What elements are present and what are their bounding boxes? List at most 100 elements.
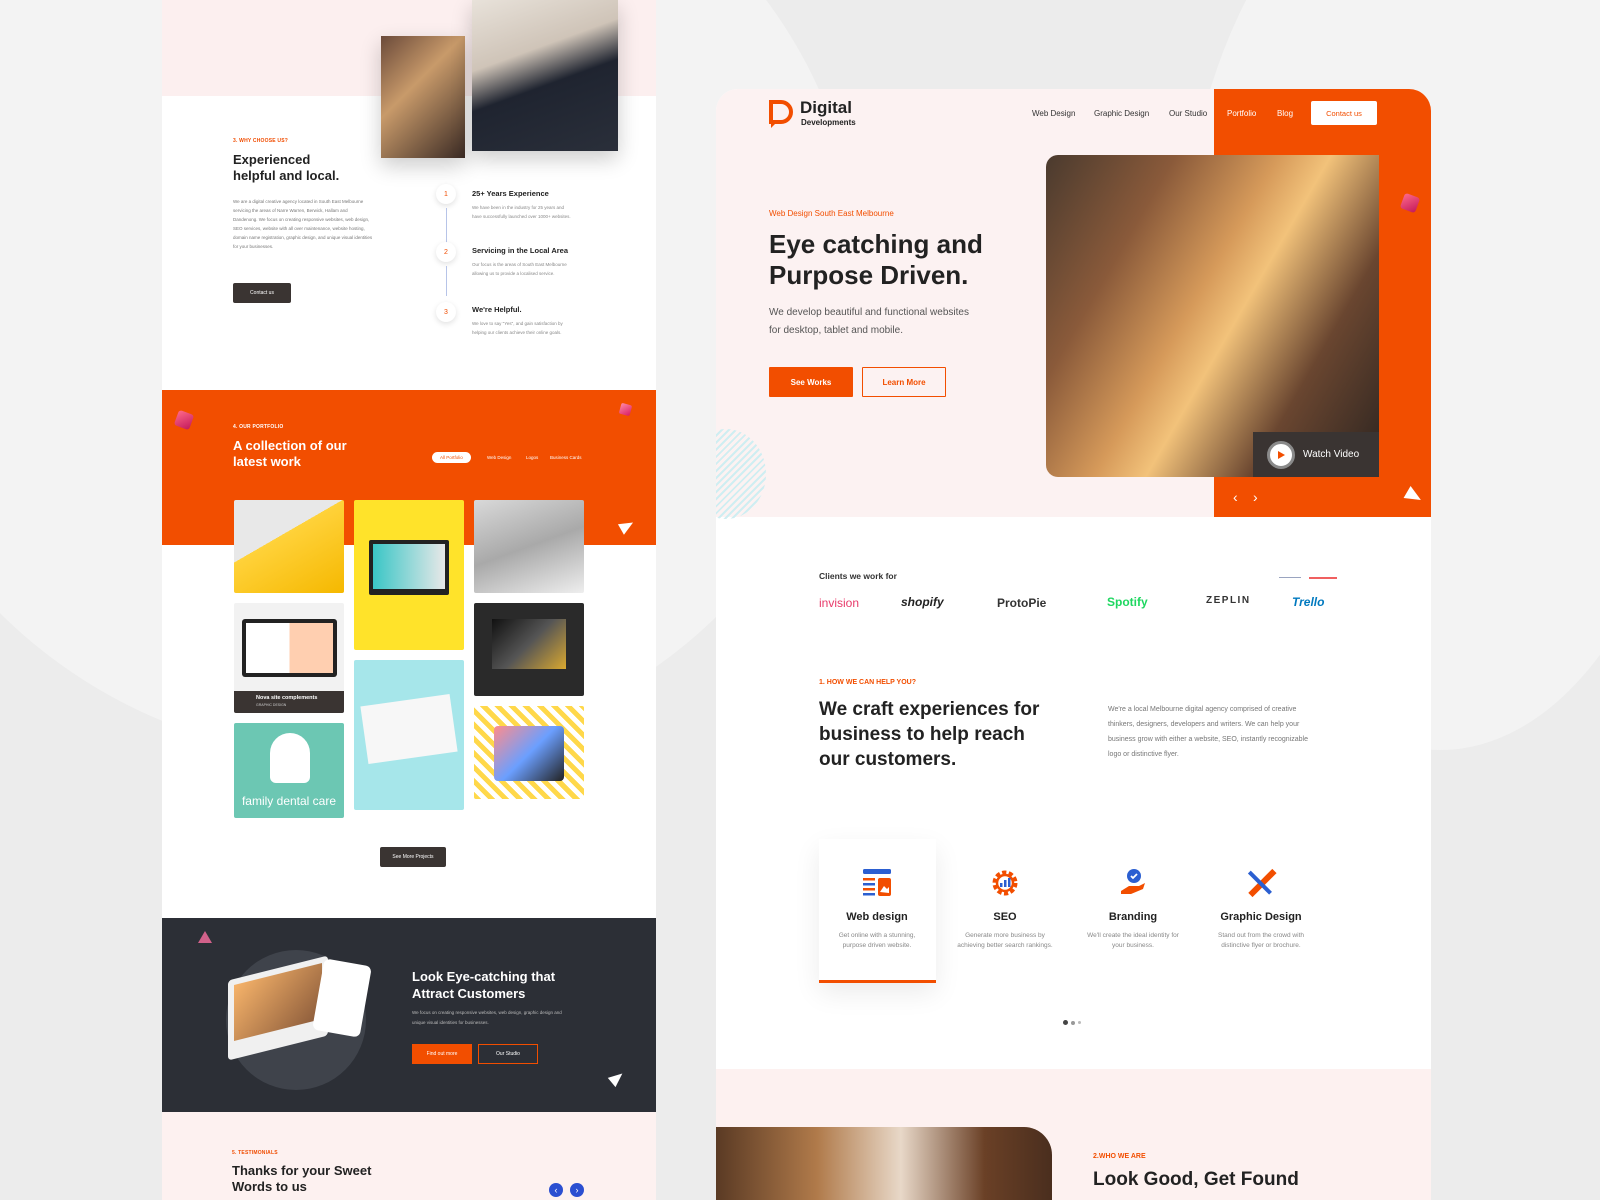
why-title: Experienced helpful and local. [233, 152, 340, 183]
step-connector [446, 266, 447, 296]
portfolio-tile[interactable]: family dental care [234, 723, 344, 818]
contact-us-button[interactable]: Contact us [233, 283, 291, 303]
help-eyebrow: 1. HOW WE CAN HELP YOU? [819, 679, 916, 686]
portfolio-tile[interactable] [354, 660, 464, 810]
step-title: We're Helpful. [472, 305, 522, 314]
clients-title: Clients we work for [819, 571, 897, 581]
team-photo-2 [472, 0, 618, 151]
help-title: We craft experiences for business to hel… [819, 699, 1040, 770]
pagination-dot-active[interactable] [1063, 1020, 1068, 1025]
nav-blog[interactable]: Blog [1277, 109, 1293, 118]
nav-our-studio[interactable]: Our Studio [1169, 109, 1207, 118]
client-logo-trello: Trello [1292, 595, 1325, 609]
portfolio-tile[interactable] [474, 706, 584, 799]
hero-eyebrow: Web Design South East Melbourne [769, 209, 894, 218]
seo-gear-icon [989, 867, 1021, 899]
who-title: Look Good, Get Found [1093, 1169, 1299, 1190]
hero-next-arrow[interactable]: › [1253, 489, 1258, 505]
watch-video-label: Watch Video [1303, 449, 1360, 460]
pencil-ruler-icon [1245, 867, 1277, 899]
step-number: 1 [436, 184, 456, 204]
service-web-design[interactable]: Web design Get online with a stunning, p… [818, 867, 936, 951]
help-body: We're a local Melbourne digital agency c… [1108, 706, 1308, 758]
why-body: We are a digital creative agency located… [233, 199, 373, 249]
step-text: We love to say "Yes", and gain satisfact… [472, 321, 563, 335]
play-icon [1267, 440, 1295, 469]
team-photo-1 [381, 36, 465, 158]
service-desc: Stand out from the crowd with distinctiv… [1218, 932, 1304, 949]
brand-name: Digital [800, 98, 852, 117]
service-seo[interactable]: SEO Generate more business by achieving … [946, 867, 1064, 951]
client-logo-invision: invision [819, 596, 860, 610]
client-logo-shopify: shopify [901, 595, 944, 609]
service-graphic-design[interactable]: Graphic Design Stand out from the crowd … [1202, 867, 1320, 951]
see-works-button[interactable]: See Works [769, 367, 853, 397]
portfolio-tile[interactable] [474, 603, 584, 696]
client-logo-zeplin: ZEPLIN [1206, 595, 1251, 606]
nav-graphic-design[interactable]: Graphic Design [1094, 109, 1149, 118]
nav-contact-button[interactable]: Contact us [1311, 101, 1377, 125]
client-logo-spotify: Spotify [1107, 595, 1148, 609]
service-desc: Get online with a stunning, purpose driv… [838, 932, 916, 949]
dental-logo-text: family dental care [241, 794, 337, 808]
service-title: SEO [993, 911, 1017, 923]
step-text: Our focus is the areas of South East Mel… [472, 262, 567, 276]
filter-logos[interactable]: Logos [526, 455, 538, 460]
service-title: Graphic Design [1220, 911, 1302, 923]
filter-web-design[interactable]: Web Design [487, 455, 511, 460]
step-text: We have been in the industry for 25 year… [472, 205, 571, 219]
services-pagination [1063, 1020, 1081, 1025]
service-desc: Generate more business by achieving bett… [957, 932, 1053, 949]
cta-title: Look Eye-catching that Attract Customers [412, 969, 556, 1001]
testimonials-title: Thanks for your Sweet Words to us [232, 1163, 372, 1194]
service-title: Branding [1108, 911, 1158, 923]
testimonial-next-button[interactable]: › [570, 1183, 584, 1197]
brand-logo-icon [769, 100, 793, 130]
portfolio-tile[interactable] [354, 500, 464, 650]
filter-all-portfolio[interactable]: All Portfolio [432, 452, 471, 463]
find-out-more-button[interactable]: Find out more [412, 1044, 472, 1064]
our-studio-button[interactable]: Our Studio [478, 1044, 538, 1064]
clients-next-arrow[interactable] [1309, 577, 1337, 579]
hero-title: Eye catching and Purpose Driven. [769, 229, 983, 290]
hero-prev-arrow[interactable]: ‹ [1233, 489, 1238, 505]
portfolio-eyebrow: 4. OUR PORTFOLIO [233, 424, 284, 430]
who-eyebrow: 2.WHO WE ARE [1093, 1153, 1146, 1160]
step-title: Servicing in the Local Area [472, 246, 569, 255]
service-title: Web design [846, 911, 908, 923]
portfolio-tile[interactable] [234, 500, 344, 593]
hero-team-photo [1046, 155, 1379, 477]
client-logo-protopie: ProtoPie [997, 596, 1047, 610]
service-desc: We'll create the ideal identity for your… [1087, 932, 1179, 949]
learn-more-button[interactable]: Learn More [862, 367, 946, 397]
step-number: 3 [436, 302, 456, 322]
brand-subname: Developments [801, 118, 856, 127]
who-photo [716, 1127, 1052, 1200]
left-page-preview: 3. WHY CHOOSE US? Experienced helpful an… [162, 0, 656, 1200]
nav-web-design[interactable]: Web Design [1032, 109, 1075, 118]
portfolio-tile[interactable]: Nova site complements GRAPHIC DESIGN [234, 603, 344, 713]
clients-prev-arrow[interactable] [1279, 577, 1301, 578]
hero-body: We develop beautiful and functional webs… [769, 307, 969, 336]
portfolio-title: A collection of our latest work [233, 438, 347, 469]
why-eyebrow: 3. WHY CHOOSE US? [233, 138, 288, 144]
tile-caption-sub: GRAPHIC DESIGN [256, 703, 287, 707]
cta-body: We focus on creating responsive websites… [412, 1010, 562, 1025]
portfolio-tile[interactable] [474, 500, 584, 593]
service-branding[interactable]: Branding We'll create the ideal identity… [1074, 867, 1192, 951]
see-more-projects-button[interactable]: See More Projects [380, 847, 446, 867]
right-page-preview: Digital Developments Web Design Graphic … [716, 89, 1431, 1200]
pagination-dot[interactable] [1071, 1020, 1075, 1025]
pagination-dot[interactable] [1078, 1021, 1081, 1024]
filter-business-cards[interactable]: Business Cards [550, 455, 582, 460]
nav-portfolio[interactable]: Portfolio [1227, 109, 1256, 118]
decor-triangle-icon [198, 931, 212, 943]
step-number: 2 [436, 242, 456, 262]
testimonials-eyebrow: 5. TESTIMONIALS [232, 1150, 278, 1156]
tile-caption-title: Nova site complements [256, 695, 318, 701]
watch-video-button[interactable]: Watch Video [1253, 432, 1379, 477]
web-design-icon [861, 867, 893, 899]
step-title: 25+ Years Experience [472, 189, 549, 198]
branding-hand-icon [1117, 867, 1149, 899]
testimonial-prev-button[interactable]: ‹ [549, 1183, 563, 1197]
